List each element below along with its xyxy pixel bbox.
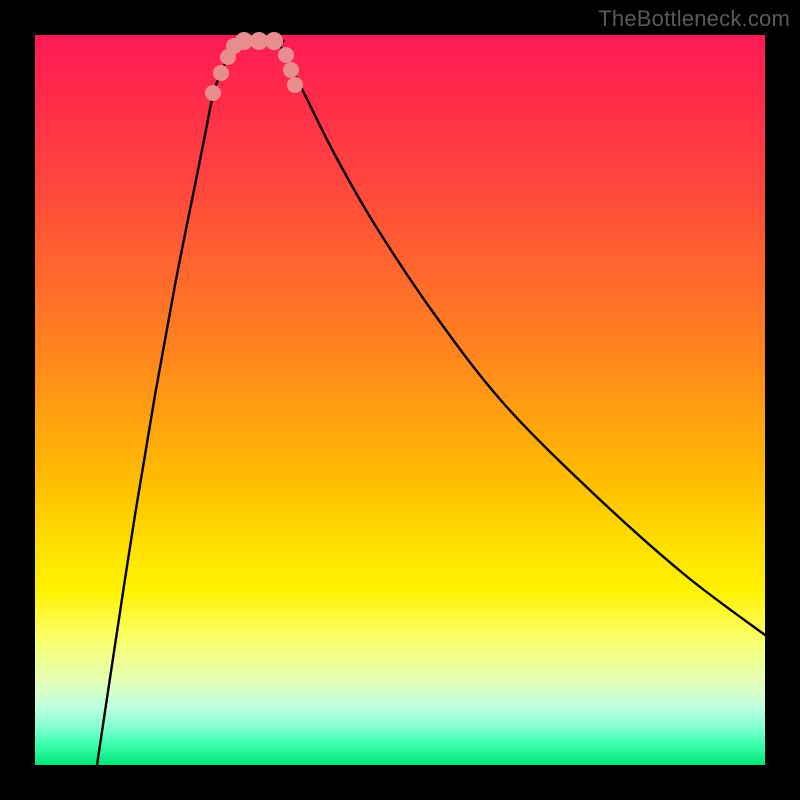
highlight-dots — [205, 32, 303, 101]
series-left-branch — [97, 45, 247, 765]
marker-dot — [278, 47, 294, 63]
chart-frame: TheBottleneck.com — [0, 0, 800, 800]
marker-dot — [283, 62, 299, 78]
series-right-branch — [280, 45, 765, 635]
marker-dot — [287, 77, 303, 93]
plot-area — [35, 35, 765, 765]
marker-dot — [213, 65, 229, 81]
chart-svg — [35, 35, 765, 765]
curve-lines — [97, 41, 765, 765]
marker-dot — [205, 85, 221, 101]
watermark-text: TheBottleneck.com — [598, 6, 790, 32]
marker-dot — [265, 32, 283, 50]
